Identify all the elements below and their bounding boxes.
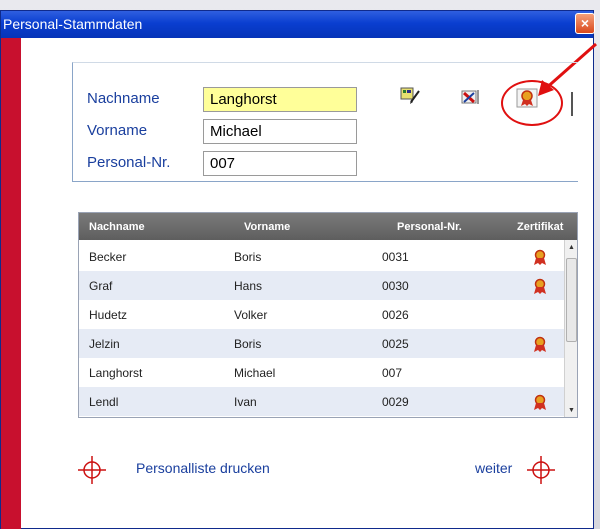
certificate-icon[interactable] — [531, 277, 549, 295]
close-button[interactable]: × — [575, 13, 595, 34]
table-header: Nachname Vorname Personal-Nr. Zertifikat — [79, 213, 577, 240]
cell-vorname: Ivan — [234, 395, 257, 409]
column-header-zertifikat[interactable]: Zertifikat — [517, 221, 563, 233]
edit-document-icon[interactable] — [399, 85, 421, 105]
table-row[interactable]: Becker Boris 0031 — [79, 242, 564, 271]
red-side-strip — [1, 38, 21, 529]
toolbar-divider — [571, 92, 573, 116]
cell-vorname: Michael — [234, 366, 276, 380]
window-title: Personal-Stammdaten — [3, 16, 143, 32]
table-row[interactable]: Graf Hans 0030 — [79, 271, 564, 300]
cell-nachname: Becker — [89, 250, 127, 264]
cell-personalnr: 007 — [382, 366, 403, 380]
cell-nachname: Hudetz — [89, 308, 128, 322]
cell-vorname: Boris — [234, 250, 262, 264]
crosshair-icon[interactable] — [78, 456, 106, 484]
scroll-down-icon[interactable]: ▼ — [568, 407, 575, 414]
column-header-vorname[interactable]: Vorname — [244, 221, 290, 233]
personalnr-label: Personal-Nr. — [87, 154, 171, 171]
crosshair-icon[interactable] — [527, 456, 555, 484]
scroll-up-icon[interactable]: ▲ — [568, 244, 575, 251]
nachname-label: Nachname — [87, 90, 160, 107]
cell-personalnr: 0029 — [382, 395, 409, 409]
delete-icon[interactable] — [460, 87, 482, 107]
next-link[interactable]: weiter — [475, 460, 512, 476]
search-form-panel: Nachname Langhorst Vorname Michael Perso… — [72, 62, 578, 182]
cell-nachname: Langhorst — [89, 366, 143, 380]
cell-nachname: Jelzin — [89, 337, 120, 351]
vorname-field[interactable]: Michael — [203, 119, 357, 144]
cell-personalnr: 0026 — [382, 308, 409, 322]
cell-vorname: Boris — [234, 337, 262, 351]
cell-personalnr: 0031 — [382, 250, 409, 264]
title-bar: Personal-Stammdaten × — [1, 11, 595, 38]
cell-personalnr: 0030 — [382, 279, 409, 293]
certificate-icon[interactable] — [531, 335, 549, 353]
personnel-table: Nachname Vorname Personal-Nr. Zertifikat… — [78, 212, 578, 418]
cell-personalnr: 0025 — [382, 337, 409, 351]
table-scrollbar[interactable]: ▲ ▼ — [564, 240, 577, 417]
table-row[interactable]: Hudetz Volker 0026 — [79, 300, 564, 329]
nachname-field[interactable]: Langhorst — [203, 87, 357, 112]
vorname-label: Vorname — [87, 122, 148, 139]
personalnr-field[interactable]: 007 — [203, 151, 357, 176]
certificate-icon[interactable] — [531, 393, 549, 411]
column-header-personalnr[interactable]: Personal-Nr. — [397, 221, 462, 233]
table-row[interactable]: Langhorst Michael 007 — [79, 358, 564, 387]
cell-vorname: Volker — [234, 308, 268, 322]
table-row[interactable]: Jelzin Boris 0025 — [79, 329, 564, 358]
table-row[interactable]: Lendl Ivan 0029 — [79, 387, 564, 416]
cell-nachname: Lendl — [89, 395, 119, 409]
annotation-circle — [501, 80, 563, 126]
cell-nachname: Graf — [89, 279, 113, 293]
cell-vorname: Hans — [234, 279, 263, 293]
column-header-nachname[interactable]: Nachname — [89, 221, 145, 233]
screen: Personal-Stammdaten × Nachname Langhorst… — [0, 0, 600, 529]
print-list-link[interactable]: Personalliste drucken — [136, 460, 270, 476]
scroll-thumb[interactable] — [566, 258, 577, 342]
certificate-icon[interactable] — [531, 248, 549, 266]
